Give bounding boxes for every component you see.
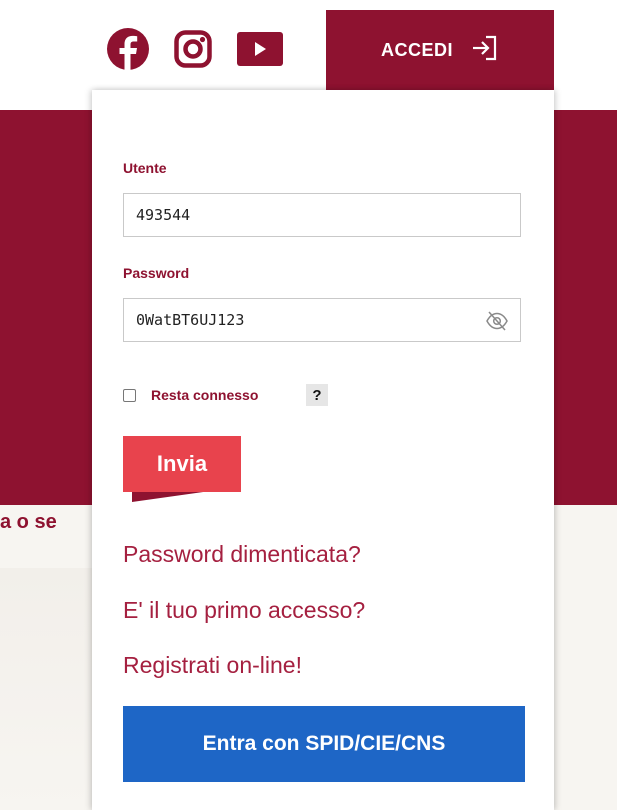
sign-in-icon xyxy=(471,34,499,67)
eye-off-icon[interactable] xyxy=(485,310,509,332)
instagram-icon[interactable] xyxy=(172,24,214,74)
spid-login-button[interactable]: Entra con SPID/CIE/CNS xyxy=(123,706,525,782)
background-card xyxy=(0,568,92,810)
password-input[interactable]: 0WatBT6UJ123 xyxy=(123,298,521,342)
login-button[interactable]: ACCEDI xyxy=(326,10,554,90)
submit-button[interactable]: Invia xyxy=(123,436,241,492)
youtube-icon[interactable] xyxy=(235,24,285,74)
help-button[interactable]: ? xyxy=(306,384,328,406)
register-link[interactable]: Registrati on-line! xyxy=(123,652,302,679)
username-label: Utente xyxy=(123,160,167,176)
facebook-icon[interactable] xyxy=(103,24,153,74)
login-button-label: ACCEDI xyxy=(380,39,453,60)
forgot-password-link[interactable]: Password dimenticata? xyxy=(123,541,361,568)
password-label: Password xyxy=(123,265,190,281)
first-access-link[interactable]: E' il tuo primo accesso? xyxy=(123,597,365,624)
background-text: a o se xyxy=(0,511,57,533)
remember-me-label[interactable]: Resta connesso xyxy=(151,387,258,403)
username-input[interactable]: 493544 xyxy=(123,193,521,237)
remember-me-checkbox[interactable] xyxy=(123,389,136,402)
